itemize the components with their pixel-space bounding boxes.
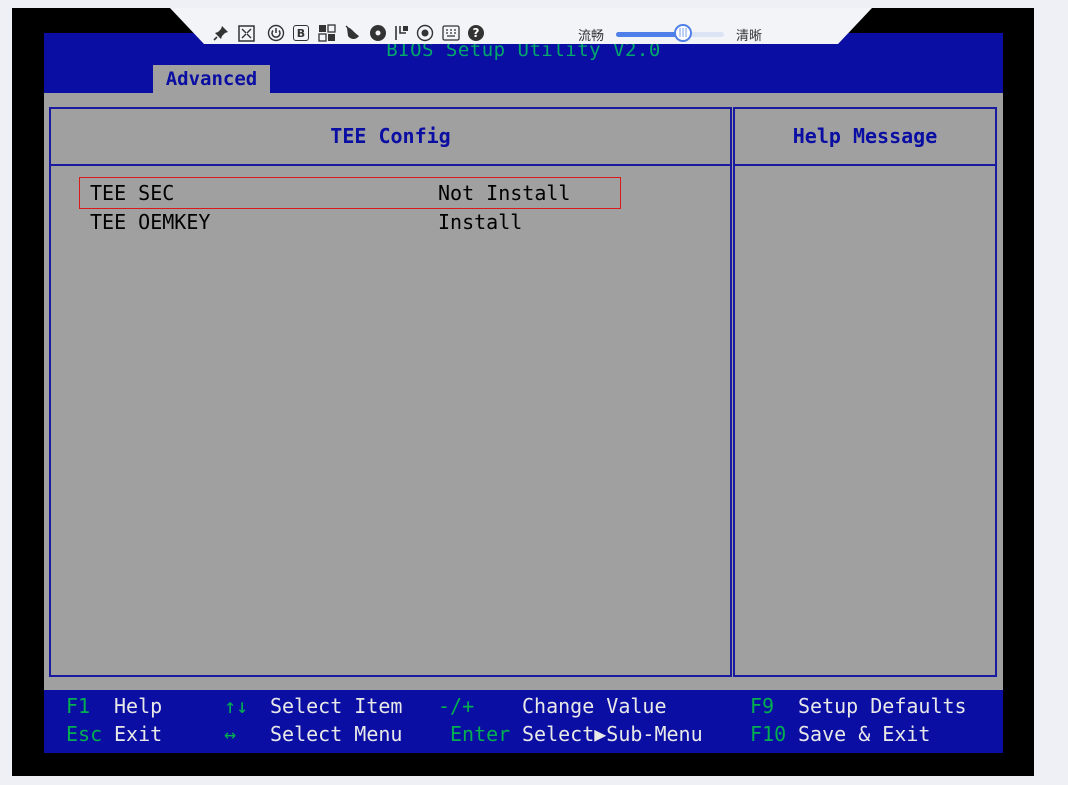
slider-knob[interactable]: ||| [674, 24, 692, 42]
help-panel: Help Message [733, 107, 997, 677]
f1-key: F1 [66, 694, 91, 718]
arrows-lr-key: ↔ [224, 722, 237, 746]
setting-value[interactable]: Install [438, 208, 522, 236]
f1-text: Help [114, 694, 163, 718]
screenshot-icon[interactable] [416, 24, 434, 42]
cd-icon[interactable] [369, 24, 387, 42]
pin-icon[interactable] [212, 24, 230, 42]
kvm-toolbar: B ? 流畅 ||| 清晰 [170, 8, 872, 44]
f10-key: F10 [750, 722, 787, 746]
esc-text: Exit [114, 722, 163, 746]
smooth-label: 流畅 [578, 29, 605, 44]
boot-letter: B [293, 25, 309, 41]
plusminus-text: Change Value [522, 694, 667, 718]
enter-text: Select▶Sub-Menu [522, 722, 703, 746]
tab-advanced[interactable]: Advanced [153, 65, 270, 93]
record-icon[interactable] [393, 24, 411, 42]
f9-key: F9 [750, 694, 775, 718]
f9-text: Setup Defaults [798, 694, 967, 718]
mouse-icon[interactable] [344, 24, 362, 42]
arrows-ud-key: ↑↓ [224, 694, 249, 718]
f10-text: Save & Exit [798, 722, 931, 746]
help-glyph: ? [472, 26, 480, 40]
help-title: Help Message [792, 124, 938, 148]
enter-key: Enter [450, 722, 511, 746]
panel-title: TEE Config [330, 124, 451, 148]
arrows-ud-text: Select Item [270, 694, 403, 718]
quality-slider[interactable]: ||| [616, 24, 724, 43]
boot-icon[interactable]: B [292, 24, 310, 42]
help-icon[interactable]: ? [467, 24, 485, 42]
plusminus-key: -/+ [438, 694, 475, 718]
setting-value[interactable]: Not Install [438, 179, 570, 207]
arrows-lr-text: Select Menu [270, 722, 403, 746]
soft-keyboard-icon[interactable] [442, 24, 460, 42]
clear-label: 清晰 [736, 29, 763, 44]
help-divider [735, 164, 995, 166]
fullscreen-icon[interactable] [237, 24, 255, 42]
slider-fill [616, 32, 683, 37]
key-legend-footer: F1 Help ↑↓ Select Item -/+ Change Value … [44, 690, 1003, 753]
setting-label: TEE SEC [90, 181, 175, 205]
esc-key: Esc [66, 722, 103, 746]
keyboard-icon[interactable] [318, 24, 336, 42]
panel-divider [51, 164, 730, 166]
power-icon[interactable] [267, 24, 285, 42]
setting-label: TEE OEMKEY [90, 210, 211, 234]
